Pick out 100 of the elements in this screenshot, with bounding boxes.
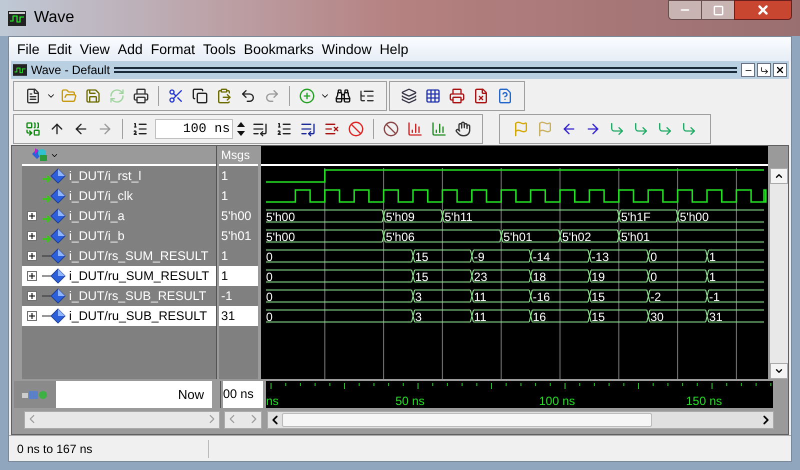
time-field[interactable]: 100 ns xyxy=(155,118,233,138)
bus-value: -16 xyxy=(533,290,550,304)
close-icon xyxy=(756,3,770,17)
time-unit: ns xyxy=(214,120,230,138)
bus-value: 31 xyxy=(710,310,723,324)
menu-item[interactable]: Window xyxy=(318,38,376,60)
time-label: 150 ns xyxy=(686,393,722,410)
bus-value: 0 xyxy=(266,250,274,264)
time-label: 50 ns xyxy=(395,393,425,410)
time-label: 100 ns xyxy=(538,393,576,410)
signal-row[interactable]: i_DUT/ru_SUB_RESULT xyxy=(22,306,216,326)
bus-value: 5'h01 xyxy=(621,230,650,244)
bus-value: 0 xyxy=(650,250,658,264)
bus-value: 0 xyxy=(266,290,274,304)
bus-value: 1 xyxy=(710,250,716,264)
expand-button[interactable] xyxy=(27,311,37,321)
bus-value: -14 xyxy=(533,250,550,264)
app-icon xyxy=(13,64,27,76)
bus-value: 3 xyxy=(415,290,422,304)
now-value: 00 ns xyxy=(223,381,263,408)
now-label: Now xyxy=(178,386,204,404)
bus-value: 5'h06 xyxy=(386,230,416,244)
minimize-button[interactable] xyxy=(668,0,702,20)
menu-item[interactable]: Format xyxy=(146,38,200,60)
bus-value: 15 xyxy=(592,310,606,324)
shapes-icon xyxy=(32,148,48,162)
app-icon xyxy=(8,10,26,26)
bus-value: 15 xyxy=(415,270,429,284)
menu-item[interactable]: Help xyxy=(376,38,412,60)
signal-name: i_DUT/ru_SUM_RESULT xyxy=(69,268,210,285)
scroll-thumb[interactable] xyxy=(282,413,652,427)
bus-value: 30 xyxy=(650,310,664,324)
bus-value: 23 xyxy=(474,270,488,284)
bus-value: 16 xyxy=(533,310,546,324)
bus-value: 1 xyxy=(710,270,716,284)
bus-value: 15 xyxy=(592,290,606,304)
expand-button[interactable] xyxy=(27,251,37,261)
bus-value: 11 xyxy=(474,310,487,324)
scroll-down-button[interactable] xyxy=(770,363,788,379)
bus-value: 5'h00 xyxy=(266,210,296,224)
expand-button[interactable] xyxy=(27,231,37,241)
menu-item[interactable]: Tools xyxy=(199,38,240,60)
expand-button[interactable] xyxy=(27,271,37,281)
bus-value: 3 xyxy=(415,310,422,324)
bus-value: 5'h00 xyxy=(266,230,296,244)
signal-row[interactable]: i_DUT/ru_SUM_RESULT xyxy=(22,266,216,286)
subwindow-title: Wave - Default xyxy=(31,62,110,79)
cursor-tool-icon xyxy=(22,390,48,400)
bus-value: 5'h09 xyxy=(386,210,416,224)
menu-item[interactable]: View xyxy=(76,38,114,60)
signal-value: 5'h00 xyxy=(220,208,252,225)
signal-name: i_DUT/ru_SUB_RESULT xyxy=(69,308,208,325)
signal-name: i_DUT/i_rst_l xyxy=(69,168,142,185)
bus-value: 5'h1F xyxy=(621,210,651,224)
bus-value: -13 xyxy=(592,250,610,264)
time-label: ns xyxy=(266,393,279,410)
bus-value: 0 xyxy=(650,270,658,284)
time-value: 100 xyxy=(182,120,206,138)
close-icon xyxy=(775,65,785,75)
bus-value: 5'h00 xyxy=(680,210,710,224)
signal-name: i_DUT/i_a xyxy=(69,208,125,225)
bus-value: 5'h01 xyxy=(504,230,533,244)
bus-value: -2 xyxy=(650,290,662,304)
bus-value: 15 xyxy=(415,250,429,264)
signal-name: i_DUT/rs_SUM_RESULT xyxy=(69,248,208,265)
bus-value: -9 xyxy=(474,250,485,264)
bus-value: 5'h11 xyxy=(444,210,473,224)
close-button[interactable] xyxy=(773,63,787,77)
horizontal-scrollbar[interactable] xyxy=(267,411,774,429)
bus-value: 0 xyxy=(266,270,274,284)
expand-button[interactable] xyxy=(27,211,37,221)
window-title: Wave xyxy=(34,8,74,28)
signal-value: 5'h01 xyxy=(220,228,252,245)
signal-value: 1 xyxy=(220,168,230,185)
bus-value: -1 xyxy=(710,290,720,304)
signal-value: 1 xyxy=(220,188,230,205)
bus-value: 5'h02 xyxy=(562,230,592,244)
signal-value: 31 xyxy=(219,306,258,326)
menu-item[interactable]: Edit xyxy=(44,38,76,60)
msgs-heading: Msgs xyxy=(221,147,250,164)
bus-value: 0 xyxy=(266,310,274,324)
minimize-button[interactable] xyxy=(741,63,755,77)
status-text: 0 ns to 167 ns xyxy=(9,440,209,458)
bus-value: 18 xyxy=(533,270,546,284)
maximize-icon xyxy=(712,4,724,16)
menu-item[interactable]: Bookmarks xyxy=(240,38,318,60)
signal-value: 1 xyxy=(220,248,230,265)
menu-item[interactable]: Add xyxy=(114,38,147,60)
undock-button[interactable] xyxy=(757,63,771,77)
bus-value: 11 xyxy=(474,290,487,304)
expand-button[interactable] xyxy=(27,291,37,301)
bus-value: 19 xyxy=(592,270,606,284)
signal-name: i_DUT/i_b xyxy=(69,228,125,245)
scroll-up-button[interactable] xyxy=(770,168,788,184)
signal-name: i_DUT/rs_SUB_RESULT xyxy=(69,288,206,305)
signal-value: -1 xyxy=(220,288,234,305)
menu-item[interactable]: File xyxy=(13,38,44,60)
close-button[interactable] xyxy=(734,0,792,20)
maximize-button[interactable] xyxy=(702,0,734,20)
signal-value: 1 xyxy=(219,266,258,286)
